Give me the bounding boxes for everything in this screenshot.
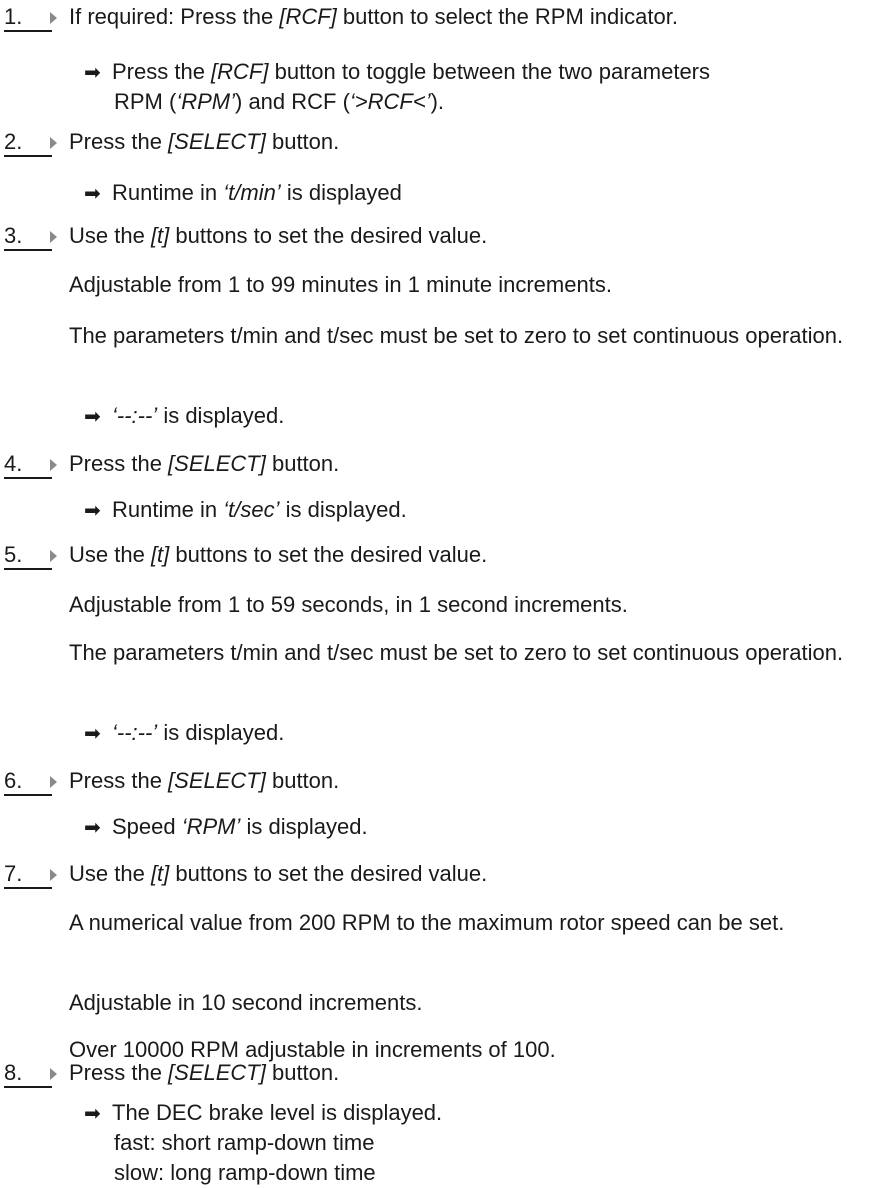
- paragraph: Adjustable from 1 to 59 seconds, in 1 se…: [69, 592, 628, 617]
- paragraph: Adjustable in 10 second increments.: [69, 990, 423, 1015]
- step-number: 3.: [4, 221, 57, 251]
- triangle-icon: [50, 459, 57, 471]
- result-text-cont: RPM (‘RPM’) and RCF (‘>RCF<’).: [114, 89, 445, 114]
- step-text: Press the [SELECT] button.: [69, 129, 340, 154]
- step-text: Use the [t] buttons to set the desired v…: [69, 861, 488, 886]
- step-number: 2.: [4, 127, 57, 157]
- triangle-icon: [50, 776, 57, 788]
- paragraph: A numerical value from 200 RPM to the ma…: [69, 910, 785, 935]
- right-arrow-icon: ➡: [84, 817, 101, 839]
- result-text: ➡ Runtime in ‘t/sec’ is displayed.: [84, 495, 407, 526]
- triangle-icon: [50, 12, 57, 24]
- right-arrow-icon: ➡: [84, 723, 101, 745]
- step-number: 5.: [4, 540, 57, 570]
- step-text: Press the [SELECT] button.: [69, 768, 340, 793]
- triangle-icon: [50, 1068, 57, 1080]
- right-arrow-icon: ➡: [84, 62, 101, 84]
- sub-text: slow: long ramp-down time: [114, 1160, 376, 1185]
- step-text: Use the [t] buttons to set the desired v…: [69, 542, 488, 567]
- right-arrow-icon: ➡: [84, 1103, 101, 1125]
- result-text: ➡ Speed ‘RPM’ is displayed.: [84, 812, 368, 843]
- step-text: Press the [SELECT] button.: [69, 451, 340, 476]
- result-text: ➡ ‘--:--’ is displayed.: [84, 718, 284, 749]
- triangle-icon: [50, 869, 57, 881]
- right-arrow-icon: ➡: [84, 406, 101, 428]
- triangle-icon: [50, 137, 57, 149]
- sub-text: fast: short ramp-down time: [114, 1130, 375, 1155]
- step-number: 6.: [4, 766, 57, 796]
- result-text: ➡ ‘--:--’ is displayed.: [84, 401, 284, 432]
- paragraph: The parameters t/min and t/sec must be s…: [69, 323, 844, 348]
- triangle-icon: [50, 231, 57, 243]
- result-text: ➡ Runtime in ‘t/min’ is displayed: [84, 178, 402, 209]
- step-text: If required: Press the [RCF] button to s…: [69, 4, 678, 29]
- step-number: 1.: [4, 2, 57, 32]
- paragraph: The parameters t/min and t/sec must be s…: [69, 640, 844, 665]
- instruction-document: 1. If required: Press the [RCF] button t…: [0, 0, 884, 1187]
- right-arrow-icon: ➡: [84, 183, 101, 205]
- step-text: Press the [SELECT] button.: [69, 1060, 340, 1085]
- step-number: 4.: [4, 449, 57, 479]
- right-arrow-icon: ➡: [84, 500, 101, 522]
- triangle-icon: [50, 550, 57, 562]
- step-number: 7.: [4, 859, 57, 889]
- step-text: Use the [t] buttons to set the desired v…: [69, 223, 488, 248]
- step-number: 8.: [4, 1058, 57, 1088]
- paragraph: Adjustable from 1 to 99 minutes in 1 min…: [69, 272, 612, 297]
- result-text: ➡ The DEC brake level is displayed.: [84, 1098, 442, 1129]
